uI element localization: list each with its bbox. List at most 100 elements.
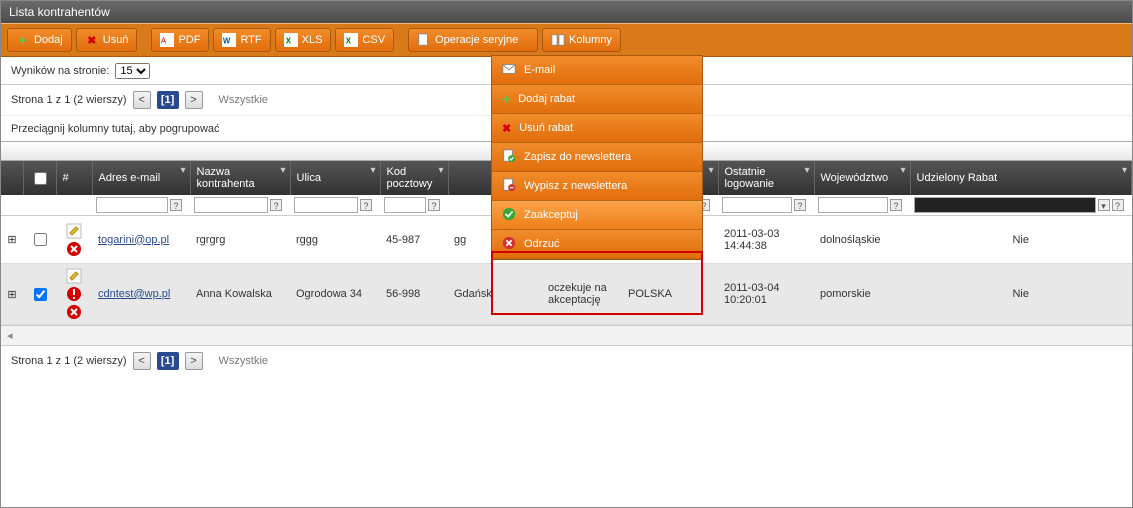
cell-discount: Nie (910, 216, 1132, 264)
dropdown-email-label: E-mail (524, 64, 555, 76)
svg-text:W: W (223, 37, 231, 46)
pager-all-link[interactable]: Wszystkie (219, 94, 269, 106)
sort-icon[interactable]: ▾ (1122, 165, 1127, 176)
add-button[interactable]: + Dodaj (7, 28, 72, 52)
dropdown-accept[interactable]: Zaakceptuj (492, 201, 702, 230)
filter-icon[interactable]: ? (794, 199, 806, 211)
rtf-button[interactable]: W RTF (213, 28, 270, 52)
filter-name[interactable] (194, 197, 268, 213)
sort-icon[interactable]: ▾ (180, 165, 185, 176)
pager-prev-button[interactable]: < (133, 91, 151, 109)
filter-icon[interactable]: ? (1112, 199, 1124, 211)
sort-icon[interactable]: ▾ (900, 165, 905, 176)
select-all-checkbox[interactable] (34, 172, 47, 185)
pdf-button[interactable]: A PDF (151, 28, 209, 52)
filter-email[interactable] (96, 197, 168, 213)
columns-button[interactable]: Kolumny (542, 28, 621, 52)
xls-label: XLS (302, 34, 323, 46)
cell-lastlogin: 2011-03-04 10:20:01 (718, 264, 814, 325)
filter-street[interactable] (294, 197, 358, 213)
filter-lastlogin[interactable] (722, 197, 792, 213)
cell-region: pomorskie (814, 264, 910, 325)
col-name[interactable]: Nazwa kontrahenta▾ (190, 161, 290, 195)
window: Lista kontrahentów + Dodaj ✖ Usuń A PDF … (0, 0, 1133, 508)
dropdown-del-discount[interactable]: ✖ Usuń rabat (492, 114, 702, 143)
col-lastlogin[interactable]: Ostatnie logowanie▾ (718, 161, 814, 195)
batch-label: Operacje seryjne (435, 34, 518, 46)
expand-button[interactable]: ⊞ (1, 264, 23, 325)
envelope-icon (502, 62, 516, 79)
xls-button[interactable]: X XLS (275, 28, 332, 52)
sort-icon[interactable]: ▾ (438, 165, 443, 176)
dropdown-email[interactable]: E-mail (492, 56, 702, 85)
add-label: Dodaj (34, 34, 63, 46)
columns-icon (551, 33, 565, 47)
table-row[interactable]: ⊞cdntest@wp.plAnna KowalskaOgrodowa 3456… (1, 264, 1132, 325)
plus-icon: + (16, 33, 30, 47)
cell-name: Anna Kowalska (190, 264, 290, 325)
cell-country: POLSKA (622, 264, 718, 325)
pdf-label: PDF (178, 34, 200, 46)
email-link[interactable]: cdntest@wp.pl (98, 288, 170, 300)
columns-label: Kolumny (569, 34, 612, 46)
col-actions[interactable]: # (56, 161, 92, 195)
delete-label: Usuń (103, 34, 129, 46)
filter-region[interactable] (818, 197, 888, 213)
filter-zip[interactable] (384, 197, 426, 213)
perpage-select[interactable]: 15 (115, 63, 150, 79)
col-email[interactable]: Adres e-mail▾ (92, 161, 190, 195)
x-icon: ✖ (502, 122, 511, 135)
dropdown-subscribe[interactable]: Zapisz do newslettera (492, 143, 702, 172)
sort-icon[interactable]: ▾ (804, 165, 809, 176)
warning-icon (66, 286, 82, 302)
csv-button[interactable]: X CSV (335, 28, 394, 52)
sort-icon[interactable]: ▾ (280, 165, 285, 176)
sort-icon[interactable]: ▾ (370, 165, 375, 176)
dropdown-reject[interactable]: Odrzuć (492, 230, 702, 259)
row-checkbox[interactable] (34, 288, 47, 301)
filter-icon[interactable]: ? (170, 199, 182, 211)
batch-dropdown: E-mail + Dodaj rabat ✖ Usuń rabat Zapisz… (491, 55, 703, 260)
rtf-icon: W (222, 33, 236, 47)
x-icon: ✖ (85, 33, 99, 47)
pager-prev-button[interactable]: < (133, 352, 151, 370)
pager-all-link[interactable]: Wszystkie (219, 355, 269, 367)
col-checkbox[interactable] (23, 161, 56, 195)
pager-current: [1] (157, 91, 179, 109)
edit-icon[interactable] (66, 268, 82, 284)
filter-icon[interactable]: ? (270, 199, 282, 211)
col-street[interactable]: Ulica▾ (290, 161, 380, 195)
delete-row-icon[interactable] (66, 241, 82, 257)
document-icon (417, 33, 431, 47)
window-titlebar: Lista kontrahentów (1, 1, 1132, 23)
edit-icon[interactable] (66, 223, 82, 239)
col-region[interactable]: Województwo▾ (814, 161, 910, 195)
csv-icon: X (344, 33, 358, 47)
dropdown-accept-label: Zaakceptuj (524, 209, 578, 221)
row-checkbox[interactable] (34, 233, 47, 246)
dropdown-del-discount-label: Usuń rabat (519, 122, 573, 134)
filter-icon[interactable]: ? (360, 199, 372, 211)
perpage-label: Wyników na stronie: (11, 65, 109, 77)
dropdown-unsubscribe[interactable]: Wypisz z newslettera (492, 172, 702, 201)
cell-discount: Nie (910, 264, 1132, 325)
delete-button[interactable]: ✖ Usuń (76, 28, 138, 52)
pager-next-button[interactable]: > (185, 352, 203, 370)
dropdown-icon[interactable]: ▾ (1098, 199, 1110, 211)
filter-icon[interactable]: ? (428, 199, 440, 211)
col-zip[interactable]: Kod pocztowy▾ (380, 161, 448, 195)
col-discount[interactable]: Udzielony Rabat▾ (910, 161, 1132, 195)
pdf-icon: A (160, 33, 174, 47)
cell-city: Gdańsk (448, 264, 542, 325)
horizontal-scrollbar[interactable]: ◂ (1, 325, 1132, 345)
filter-icon[interactable]: ? (890, 199, 902, 211)
sort-icon[interactable]: ▾ (708, 165, 713, 176)
email-link[interactable]: togarini@op.pl (98, 234, 169, 246)
dropdown-add-discount[interactable]: + Dodaj rabat (492, 85, 702, 114)
delete-row-icon[interactable] (66, 304, 82, 320)
batch-operations-button[interactable]: Operacje seryjne (408, 28, 538, 52)
check-doc-icon (502, 149, 516, 166)
pager-next-button[interactable]: > (185, 91, 203, 109)
filter-discount[interactable] (914, 197, 1096, 213)
expand-button[interactable]: ⊞ (1, 216, 23, 264)
